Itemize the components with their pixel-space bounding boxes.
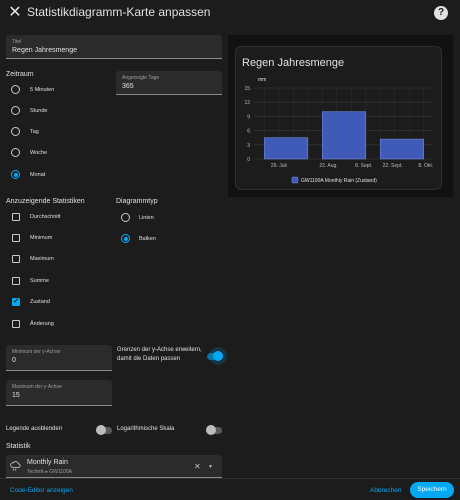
legend-swatch [291,176,299,184]
chart-type-label-line: Linien [139,215,154,221]
stat-label-maximum: Maximum [30,256,54,262]
stat-checkbox-maximum[interactable] [12,255,20,263]
stat-label-sum: Summe [30,278,49,284]
period-radio-day[interactable] [11,127,20,136]
cancel-button[interactable]: Abbrechen [370,487,401,494]
preview-card-title: Regen Jahresmenge [242,57,345,69]
chart-y-tick-label: 6 [247,129,250,135]
statistic-name: Monthly Rain [27,459,68,466]
chart-bars [264,111,425,160]
chart-x-tick-label: 22. Aug. [319,163,337,169]
chart-bar [322,111,367,160]
log-toggle-knob[interactable] [206,425,216,435]
help-circle-icon[interactable]: ? [434,6,448,20]
period-radio-week[interactable] [11,148,20,157]
days-field[interactable]: Angezeigte Tage 365 [116,71,222,95]
stat-label-minimum: Minimum [30,235,53,241]
period-radio-5min[interactable] [11,85,20,94]
chart-x-tick-label: 8. Sept. [355,163,372,169]
stat-checkbox-state[interactable]: ✓ [12,298,20,306]
title-field-label: Titel [12,39,22,45]
chevron-down-icon[interactable]: ▼ [208,464,213,470]
chart-y-tick-label: 9 [247,114,250,120]
period-label-hour: Stunde [30,108,48,114]
chart-type-radio-line[interactable] [121,213,130,222]
stat-label-change: Änderung [30,321,54,327]
chart-y-tick-label: 3 [247,143,250,149]
dialog-header: ✕ Statistikdiagramm-Karte anpassen ? [0,0,460,28]
statistic-heading: Statistik [6,443,31,450]
stats-heading: Anzuzeigende Statistiken [6,198,85,205]
stat-label-average: Durchschnitt [30,214,61,220]
extend-toggle-knob[interactable] [213,351,223,361]
stat-checkbox-sum[interactable] [12,277,20,285]
stat-checkbox-change[interactable] [12,320,20,328]
statistic-subtitle: Technik ▸ GW1100A [27,469,72,475]
chart-bar [264,137,309,160]
title-field[interactable]: Titel Regen Jahresmenge [6,35,222,59]
chart-bar [379,138,425,160]
chart-x-tick-label: 8. Okt. [418,163,433,169]
chart-type-heading: Diagrammtyp [116,198,158,205]
chart-x-labels: 29. Juli 22. Aug. 8. Sept. 22. Sept. 8. Okt. [271,163,433,169]
legend-toggle-knob[interactable] [96,425,106,435]
legend-toggle-label: Legende ausblenden [6,426,63,432]
days-field-value[interactable]: 365 [122,83,134,90]
period-label-week: Woche [30,150,48,156]
chart-type-radio-bar[interactable] [121,234,130,243]
days-field-label: Angezeigte Tage [122,75,160,81]
extend-toggle-label: Grenzen der y-Achse erweitern, damit die… [117,347,202,362]
ymin-field[interactable]: Minimum der y-Achse 0 [6,345,112,371]
chart-type-label-bar: Balken [139,236,156,242]
period-radio-hour[interactable] [11,106,20,115]
chart-unit: mm [258,77,266,83]
chart-y-tick-label: 15 [244,86,250,92]
period-label-day: Tag [30,129,39,135]
clear-icon[interactable]: ✕ [194,462,201,471]
ymin-field-label: Minimum der y-Achse [12,349,61,355]
title-field-value[interactable]: Regen Jahresmenge [12,47,77,54]
legend-series-name: GW1100A Monthly Rain (Zustand) [301,178,377,184]
period-label-5min: 5 Minuten [30,87,55,93]
period-label-month: Monat [30,172,46,178]
period-heading: Zeitraum [6,71,34,78]
period-radio-month[interactable] [11,170,20,179]
close-icon[interactable]: ✕ [6,4,24,22]
ymax-field[interactable]: Maximum der y-Achse 15 [6,380,112,406]
cloud-rain-icon [10,461,21,471]
dialog-title: Statistikdiagramm-Karte anpassen [27,5,211,19]
stat-checkbox-average[interactable] [12,213,20,221]
ymin-field-value[interactable]: 0 [12,357,16,364]
save-button[interactable]: Speichern [410,482,454,498]
chart-y-tick-label: 12 [244,100,250,106]
chart-x-tick-label: 29. Juli [271,163,287,169]
log-toggle-label: Logarithmische Skala [117,426,175,432]
ymax-field-value[interactable]: 15 [12,392,20,399]
chart-y-tick-label: 0 [247,157,250,163]
chart-x-tick-label: 22. Sept. [383,163,403,169]
chart-y-labels: 0 3 6 9 12 15 [244,86,250,163]
stat-label-state: Zustand [30,299,50,305]
ymax-field-label: Maximum der y-Achse [12,384,62,390]
code-editor-button[interactable]: Code-Editor anzeigen [10,487,73,494]
statistics-chart: 0 3 6 9 12 15 29. Juli 22. Aug. 8. Sept. 22. Sep… [244,77,433,184]
stat-checkbox-minimum[interactable] [12,234,20,242]
